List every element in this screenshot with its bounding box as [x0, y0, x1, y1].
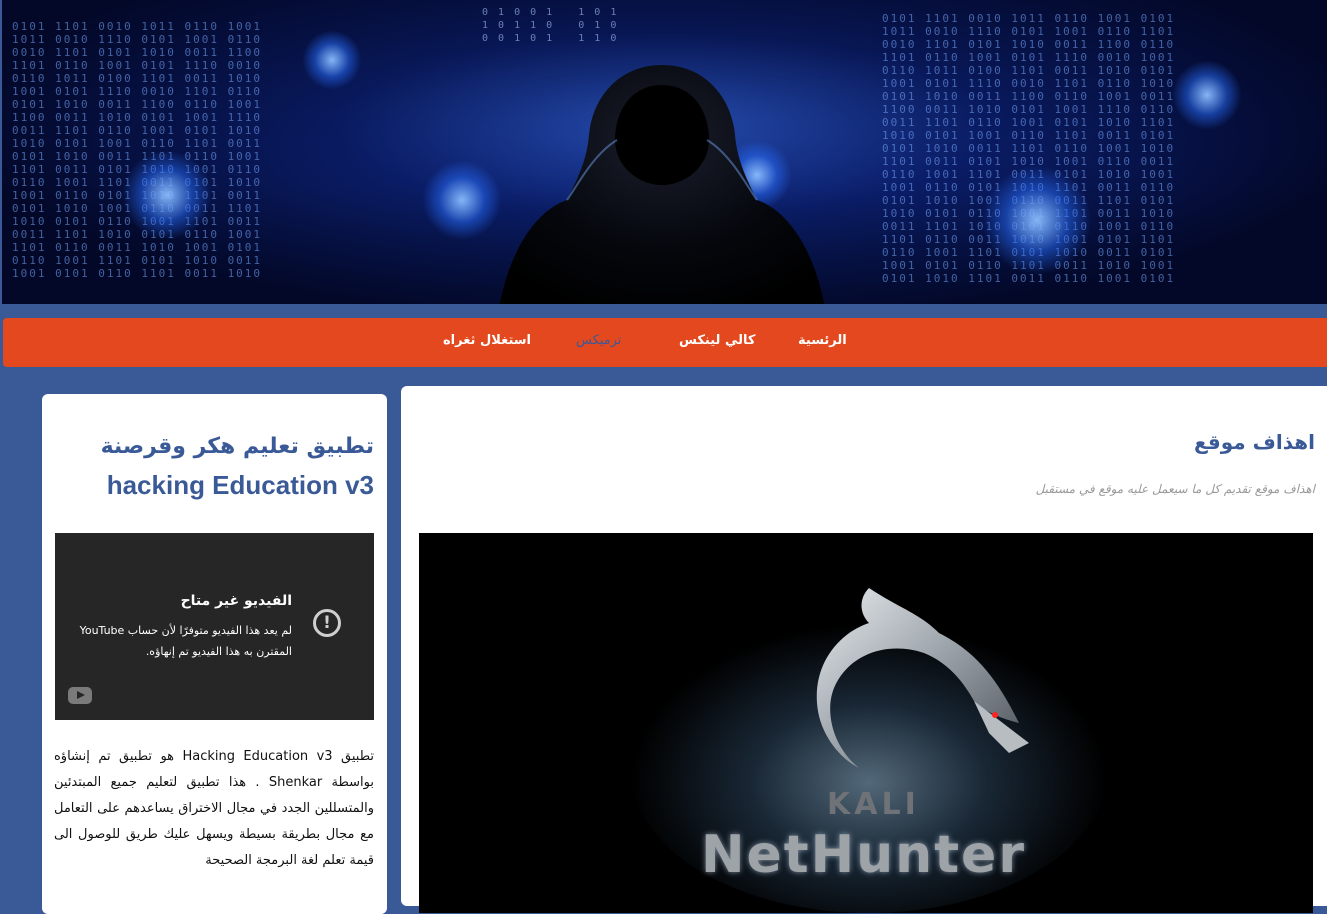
nav-item-termux[interactable]: ترميكس [576, 333, 621, 348]
sidebar-widget: تطبيق تعليم هكر وقرصنة hacking Education… [42, 394, 387, 914]
widget-title-arabic[interactable]: تطبيق تعليم هكر وقرصنة [101, 434, 374, 459]
nav-item-exploits[interactable]: استغلال ثغراه [443, 333, 531, 348]
nethunter-logo-text: NetHunter [701, 825, 1026, 885]
post-featured-image: KALI NetHunter [419, 533, 1313, 913]
light-glow [302, 30, 362, 90]
nav-item-home[interactable]: الرئسية [798, 333, 847, 348]
widget-title: تطبيق تعليم هكر وقرصنة hacking Education… [54, 428, 374, 504]
post-subtitle: اهذاف موقع تقديم كل ما سيعمل عليه موقع ف… [1035, 482, 1315, 496]
header-banner-image: 0101 1101 0010 1011 0110 1001 1011 0010 … [0, 0, 1327, 312]
light-glow [1172, 60, 1242, 130]
error-icon: ! [313, 609, 341, 637]
main-content-post: اهذاف موقع اهذاف موقع تقديم كل ما سيعمل … [401, 386, 1327, 913]
youtube-logo-icon[interactable] [68, 687, 92, 704]
light-glow [422, 160, 502, 240]
hooded-figure-illustration [498, 65, 826, 312]
video-error-title: الفيديو غير متاح [180, 593, 292, 609]
video-error-message: لم يعد هذا الفيديو متوفرًا لأن حساب YouT… [79, 624, 292, 658]
widget-description: تطبيق Hacking Education v3 هو تطبيق تم إ… [54, 749, 374, 868]
binary-pattern: 0 1 0 0 1 1 0 1 1 0 1 1 0 0 1 0 0 0 1 0 … [482, 7, 619, 44]
nav-item-kali-linux[interactable]: كالي لينكس [679, 333, 755, 348]
youtube-video-embed[interactable]: ! الفيديو غير متاح لم يعد هذا الفيديو مت… [55, 533, 374, 720]
light-glow [982, 165, 1092, 275]
post-title[interactable]: اهذاف موقع [1194, 430, 1315, 454]
light-glow [122, 150, 212, 240]
kali-logo-text: KALI [827, 787, 920, 822]
banner-bottom-border [2, 304, 1327, 312]
binary-pattern: 0101 1101 0010 1011 0110 1001 1011 0010 … [12, 20, 263, 280]
widget-title-english[interactable]: hacking Education v3 [54, 466, 374, 504]
main-navigation: الرئسية كالي لينكس ترميكس استغلال ثغراه [3, 318, 1327, 367]
